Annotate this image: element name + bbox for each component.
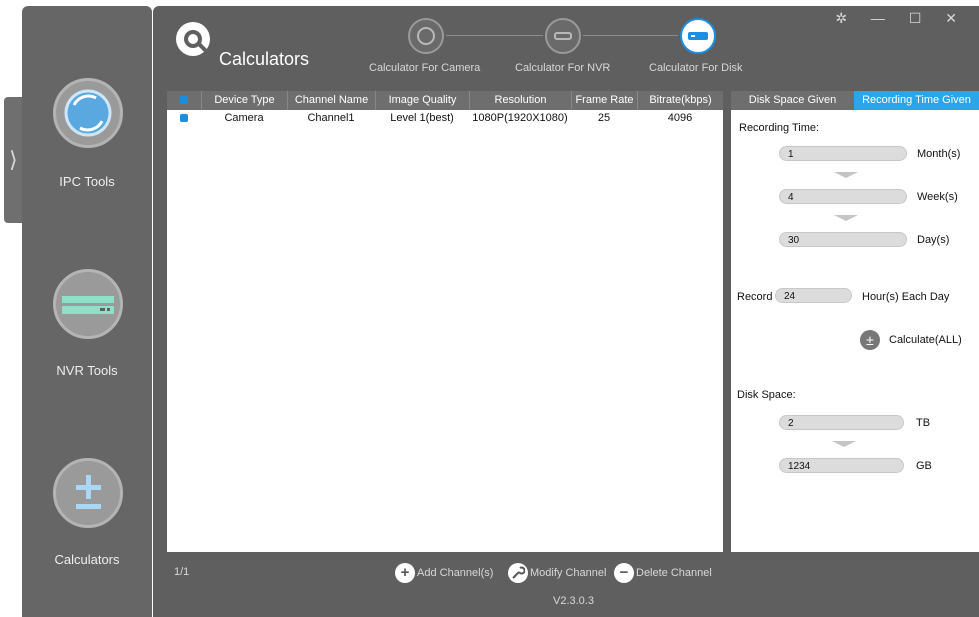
sidebar-item-label: Calculators <box>54 552 120 567</box>
down-arrow-icon <box>834 172 858 178</box>
tab-recording-time-given[interactable]: Recording Time Given <box>854 91 979 110</box>
sidebar-item-nvr-tools[interactable]: NVR Tools <box>22 269 152 389</box>
row-checkbox[interactable] <box>167 110 201 126</box>
gb-unit-label: GB <box>916 460 932 472</box>
gb-input[interactable]: 1234 <box>779 458 904 473</box>
step-camera-icon[interactable] <box>408 18 444 54</box>
disk-calculator-panel: Disk Space Given Recording Time Given Re… <box>731 91 979 552</box>
delete-channel-label: Delete Channel <box>636 567 712 579</box>
calculator-tabs: Disk Space Given Recording Time Given <box>731 91 979 110</box>
calculate-all-button[interactable]: Calculate(ALL) <box>889 334 962 346</box>
sidebar-item-label: IPC Tools <box>59 174 115 189</box>
down-arrow-icon <box>832 441 856 447</box>
chevron-right-icon: ⟩ <box>9 147 18 172</box>
weeks-unit-label: Week(s) <box>917 191 958 203</box>
column-header[interactable]: Device Type <box>201 91 287 110</box>
minus-icon: − <box>614 563 634 583</box>
sidebar-item-ipc-tools[interactable]: IPC Tools <box>22 78 152 198</box>
months-input[interactable]: 1 <box>779 146 907 161</box>
plus-minus-icon <box>53 458 123 528</box>
weeks-input[interactable]: 4 <box>779 189 907 204</box>
column-header[interactable]: Resolution <box>469 91 571 110</box>
app-window: ⟩ IPC Tools NVR Tools Calculators Calcul… <box>0 0 979 617</box>
channel-table: Device Type Channel Name Image Quality R… <box>167 91 723 552</box>
nvr-device-icon <box>53 269 123 339</box>
calculate-icon[interactable]: ± <box>860 330 880 350</box>
select-all-checkbox[interactable] <box>167 91 201 110</box>
camera-lens-icon <box>53 78 123 148</box>
disk-space-label: Disk Space: <box>737 389 796 401</box>
step-nvr-icon[interactable] <box>545 18 581 54</box>
cell-image-quality: Level 1(best) <box>390 112 454 124</box>
column-header[interactable]: Channel Name <box>287 91 375 110</box>
column-header[interactable]: Bitrate(kbps) <box>637 91 723 110</box>
sidebar-item-calculators[interactable]: Calculators <box>22 458 152 578</box>
gear-search-logo-icon <box>176 22 210 56</box>
hours-input[interactable]: 24 <box>775 288 852 303</box>
window-controls[interactable]: ✲ — ☐ ✕ <box>835 10 967 27</box>
record-label: Record <box>737 291 773 303</box>
column-header[interactable]: Frame Rate <box>571 91 637 110</box>
version-label: V2.3.0.3 <box>553 595 594 607</box>
page-indicator: 1/1 <box>174 566 190 578</box>
column-header[interactable]: Image Quality <box>375 91 469 110</box>
down-arrow-icon <box>834 215 858 221</box>
step-connector <box>583 35 678 36</box>
cell-resolution: 1080P(1920X1080) <box>472 112 568 124</box>
cell-frame-rate: 25 <box>597 112 611 124</box>
days-unit-label: Day(s) <box>917 234 950 246</box>
wrench-icon <box>508 563 528 583</box>
table-header: Device Type Channel Name Image Quality R… <box>167 91 723 110</box>
days-input[interactable]: 30 <box>779 232 907 247</box>
hours-unit-label: Hour(s) Each Day <box>862 291 950 303</box>
step-disk-icon[interactable] <box>680 18 716 54</box>
add-channel-button[interactable]: + Add Channel(s) <box>395 563 493 583</box>
add-channel-label: Add Channel(s) <box>417 567 494 579</box>
step-label-disk[interactable]: Calculator For Disk <box>649 62 743 74</box>
delete-channel-button[interactable]: − Delete Channel <box>614 563 712 583</box>
modify-channel-button[interactable]: Modify Channel <box>508 563 606 583</box>
plus-icon: + <box>395 563 415 583</box>
tab-disk-space-given[interactable]: Disk Space Given <box>731 91 854 110</box>
cell-bitrate: 4096 <box>667 112 693 124</box>
months-unit-label: Month(s) <box>917 148 961 160</box>
sidebar-item-label: NVR Tools <box>56 363 118 378</box>
cell-channel-name: Channel1 <box>307 112 355 124</box>
tb-input[interactable]: 2 <box>779 415 904 430</box>
tb-unit-label: TB <box>916 417 931 429</box>
recording-time-label: Recording Time: <box>739 122 820 134</box>
app-title: Calculators <box>219 49 310 69</box>
table-row[interactable]: Camera Channel1 Level 1(best) 1080P(1920… <box>167 110 723 126</box>
step-label-nvr[interactable]: Calculator For NVR <box>515 62 610 74</box>
step-connector <box>446 35 543 36</box>
tool-sidebar: IPC Tools NVR Tools Calculators <box>22 6 152 617</box>
modify-channel-label: Modify Channel <box>530 567 607 579</box>
cell-device-type: Camera <box>224 112 264 124</box>
step-label-camera[interactable]: Calculator For Camera <box>369 62 480 74</box>
